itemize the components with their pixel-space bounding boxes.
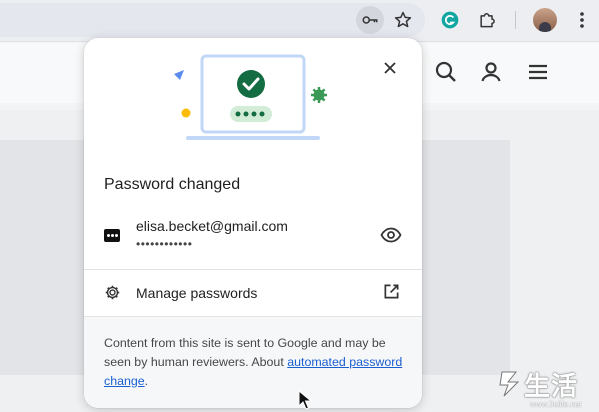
puzzle-icon[interactable] [473, 6, 501, 34]
star-icon[interactable] [389, 6, 417, 34]
username-text: elisa.becket@gmail.com [136, 218, 288, 234]
manage-passwords-row[interactable]: Manage passwords [84, 270, 422, 316]
watermark-logo-icon [499, 371, 520, 397]
popup-title: Password changed [104, 176, 241, 193]
disclaimer-footer: Content from this site is sent to Google… [84, 316, 422, 408]
password-changed-popup: Password changed elisa.becket@gmail.com … [84, 38, 422, 408]
watermark-url: www.3elife.net [530, 400, 582, 409]
close-icon[interactable] [378, 56, 402, 80]
browser-toolbar [0, 0, 599, 42]
extension-g-icon[interactable] [436, 6, 464, 34]
gear-icon [104, 284, 121, 306]
key-icon[interactable] [356, 6, 384, 34]
disclaimer-text: Content from this site is sent to Google… [104, 334, 409, 391]
watermark-text: 生活 [524, 372, 579, 402]
avatar[interactable] [533, 8, 557, 32]
password-mask-text: •••••••••••• [136, 237, 193, 251]
site-favicon-icon [104, 229, 120, 242]
toolbar-divider [515, 11, 516, 29]
open-in-new-icon[interactable] [383, 283, 400, 305]
account-icon[interactable] [479, 60, 503, 84]
more-vert-icon[interactable] [568, 6, 596, 34]
watermark: 生活 www.3elife.net [494, 364, 599, 412]
disclaimer-suffix: . [144, 374, 149, 388]
mouse-cursor-icon [298, 390, 312, 410]
eye-icon[interactable] [380, 225, 402, 245]
laptop-check-illustration [174, 54, 327, 140]
manage-passwords-label: Manage passwords [136, 285, 258, 301]
menu-icon[interactable] [526, 60, 550, 84]
search-icon[interactable] [434, 60, 458, 84]
